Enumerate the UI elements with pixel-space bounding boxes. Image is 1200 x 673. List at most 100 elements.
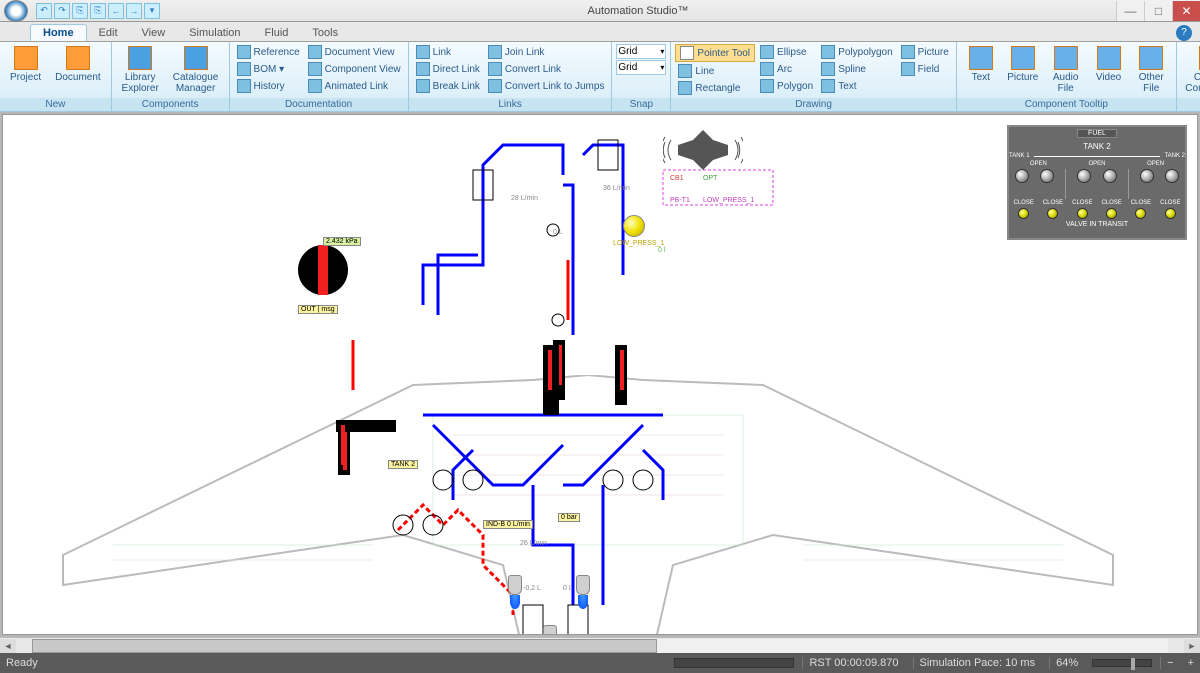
pipe-network [3, 115, 1003, 635]
drawing-canvas[interactable]: 2.432 kPa OUT | msg LOW_PRESS_1 0 l 28 L… [2, 114, 1198, 635]
close-button[interactable]: ✕ [1172, 1, 1200, 21]
btn-history[interactable]: History [234, 78, 303, 94]
lamp-4 [1106, 208, 1117, 219]
group-components: Library Explorer Catalogue Manager Compo… [112, 42, 230, 111]
horizontal-scrollbar[interactable]: ◄ ► [0, 637, 1200, 653]
vol-label-0b: 0 L [563, 585, 573, 592]
snap-select-2[interactable]: Grid [616, 60, 666, 75]
zoom-slider[interactable] [1092, 659, 1152, 667]
group-tooltip: Text Picture Audio File Video Other File… [957, 42, 1177, 111]
engine-2 [573, 575, 593, 610]
window-title: Automation Studio™ [160, 5, 1116, 17]
qat-btn4[interactable]: ⎘ [90, 3, 106, 19]
tab-fluid[interactable]: Fluid [253, 25, 301, 41]
fuel-control-panel[interactable]: FUEL TANK 2 TANK 1 TANK 2 OPEN OPEN OPEN… [1007, 125, 1187, 240]
knob-5[interactable] [1140, 169, 1154, 183]
panel-vit: VALVE IN TRANSIT [1009, 221, 1185, 228]
tab-edit[interactable]: Edit [87, 25, 130, 41]
title-bar: ↶ ↷ ⎘ ⎘ ← → ▾ Automation Studio™ — □ ✕ [0, 0, 1200, 22]
maximize-button[interactable]: □ [1144, 1, 1172, 21]
knob-3[interactable] [1077, 169, 1091, 183]
quick-access-toolbar: ↶ ↷ ⎘ ⎘ ← → ▾ [36, 3, 160, 19]
tab-tools[interactable]: Tools [300, 25, 350, 41]
status-bar: Ready RST 00:00:09.870 Simulation Pace: … [0, 653, 1200, 673]
scroll-left[interactable]: ◄ [0, 639, 16, 653]
btn-tt-text[interactable]: Text [961, 44, 1001, 85]
btn-convert-link[interactable]: Convert Link [485, 61, 608, 77]
opt-label: OPT [703, 175, 717, 182]
panel-fuel-label: FUEL [1077, 129, 1117, 138]
qat-undo[interactable]: ↶ [36, 3, 52, 19]
btn-tt-other[interactable]: Other File [1131, 44, 1172, 96]
engine-1 [505, 575, 525, 610]
status-ready: Ready [6, 657, 38, 669]
btn-project[interactable]: Project [4, 44, 47, 85]
eng-sov-readout: 0 bar [558, 513, 580, 522]
btn-reference[interactable]: Reference [234, 44, 303, 60]
knob-1[interactable] [1015, 169, 1029, 183]
btn-convert-link-jumps[interactable]: Convert Link to Jumps [485, 78, 608, 94]
btn-pointer-tool[interactable]: Pointer Tool [675, 44, 755, 62]
scroll-thumb[interactable] [32, 639, 657, 653]
snap-select-1[interactable]: Grid [616, 44, 666, 59]
btn-tt-picture[interactable]: Picture [1003, 44, 1043, 85]
gauge-center2 [543, 345, 559, 415]
panel-tank2: TANK 2 [1009, 142, 1185, 151]
vol-label-0: 0 L [553, 229, 563, 236]
qat-fwd[interactable]: → [126, 3, 142, 19]
btn-polypolygon[interactable]: Polypolygon [818, 44, 895, 60]
tab-view[interactable]: View [130, 25, 178, 41]
status-zoom-value: 64% [1049, 657, 1084, 669]
minimize-button[interactable]: — [1116, 1, 1144, 21]
zoom-in-icon[interactable]: + [1188, 657, 1194, 669]
btn-line[interactable]: Line [675, 63, 755, 79]
btn-document[interactable]: Document [49, 44, 107, 85]
scroll-right[interactable]: ► [1184, 639, 1200, 653]
tab-home[interactable]: Home [30, 24, 87, 41]
btn-link[interactable]: Link [413, 44, 483, 60]
btn-catalogue-manager[interactable]: Catalogue Manager [167, 44, 225, 96]
qat-btn3[interactable]: ⎘ [72, 3, 88, 19]
help-button[interactable]: ? [1176, 25, 1192, 41]
gauge-hz [336, 420, 396, 432]
btn-break-link[interactable]: Break Link [413, 78, 483, 94]
app-logo[interactable] [4, 0, 28, 22]
btn-document-view[interactable]: Document View [305, 44, 404, 60]
progress-bar [674, 658, 794, 668]
ribbon-tabs: Home Edit View Simulation Fluid Tools ? [0, 22, 1200, 42]
qat-more[interactable]: ▾ [144, 3, 160, 19]
btn-direct-link[interactable]: Direct Link [413, 61, 483, 77]
pressure-readout: 2.432 kPa [323, 237, 361, 246]
lamp-3 [1077, 208, 1088, 219]
qat-redo[interactable]: ↷ [54, 3, 70, 19]
knob-6[interactable] [1165, 169, 1179, 183]
btn-spline[interactable]: Spline [818, 61, 895, 77]
btn-text[interactable]: Text [818, 78, 895, 94]
group-drawing: Pointer Tool Line Rectangle Ellipse Arc … [671, 42, 956, 111]
btn-join-link[interactable]: Join Link [485, 44, 608, 60]
btn-tt-audio[interactable]: Audio File [1045, 44, 1087, 96]
indb-readout: IND-B 0 L/min [483, 520, 533, 529]
lamp-5 [1135, 208, 1146, 219]
zero-readout: 0 l [658, 247, 665, 254]
btn-polygon[interactable]: Polygon [757, 78, 816, 94]
btn-rectangle[interactable]: Rectangle [675, 80, 755, 96]
btn-arc[interactable]: Arc [757, 61, 816, 77]
knob-4[interactable] [1103, 169, 1117, 183]
status-pace: Simulation Pace: 10 ms [913, 657, 1042, 669]
tab-simulation[interactable]: Simulation [177, 25, 252, 41]
lowpress-label2: LOW_PRESS_1 [703, 197, 754, 204]
btn-component-view[interactable]: Component View [305, 61, 404, 77]
btn-picture[interactable]: Picture [898, 44, 952, 60]
btn-field[interactable]: Field [898, 61, 952, 77]
btn-custom-component[interactable]: Custom Component [1181, 44, 1200, 96]
btn-ellipse[interactable]: Ellipse [757, 44, 816, 60]
knob-2[interactable] [1040, 169, 1054, 183]
btn-library-explorer[interactable]: Library Explorer [116, 44, 165, 96]
cb1-label: CB1 [670, 175, 684, 182]
btn-animated-link[interactable]: Animated Link [305, 78, 404, 94]
zoom-out-icon[interactable]: − [1160, 657, 1179, 669]
btn-tt-video[interactable]: Video [1089, 44, 1129, 85]
qat-back[interactable]: ← [108, 3, 124, 19]
btn-bom[interactable]: BOM ▾ [234, 61, 303, 77]
